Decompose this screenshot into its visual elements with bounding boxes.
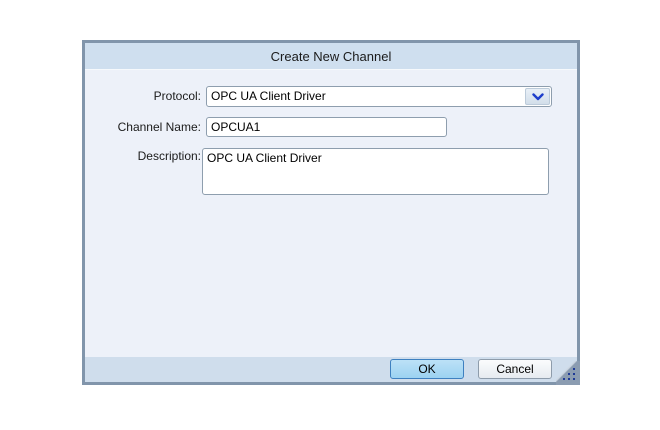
protocol-dropdown[interactable]: OPC UA Client Driver [206,86,552,107]
ok-button[interactable]: OK [390,359,464,379]
chevron-down-icon[interactable] [525,88,550,105]
protocol-label: Protocol: [85,86,201,107]
desktop-background: Create New Channel Protocol: OPC UA Clie… [0,0,660,430]
dialog-body: Protocol: OPC UA Client Driver Channel N… [85,70,577,357]
dialog-titlebar[interactable]: Create New Channel [85,43,577,70]
resize-grip-dots [573,378,575,380]
dialog-footer: OK Cancel [85,357,577,382]
resize-grip[interactable] [556,361,580,385]
description-label: Description: [85,148,201,164]
create-new-channel-dialog: Create New Channel Protocol: OPC UA Clie… [82,40,580,385]
description-textarea[interactable]: OPC UA Client Driver [202,148,549,195]
protocol-selected-value: OPC UA Client Driver [211,87,523,106]
dialog-title: Create New Channel [271,49,392,64]
channel-name-input[interactable] [206,117,447,137]
cancel-button[interactable]: Cancel [478,359,552,379]
channel-name-label: Channel Name: [85,117,201,137]
